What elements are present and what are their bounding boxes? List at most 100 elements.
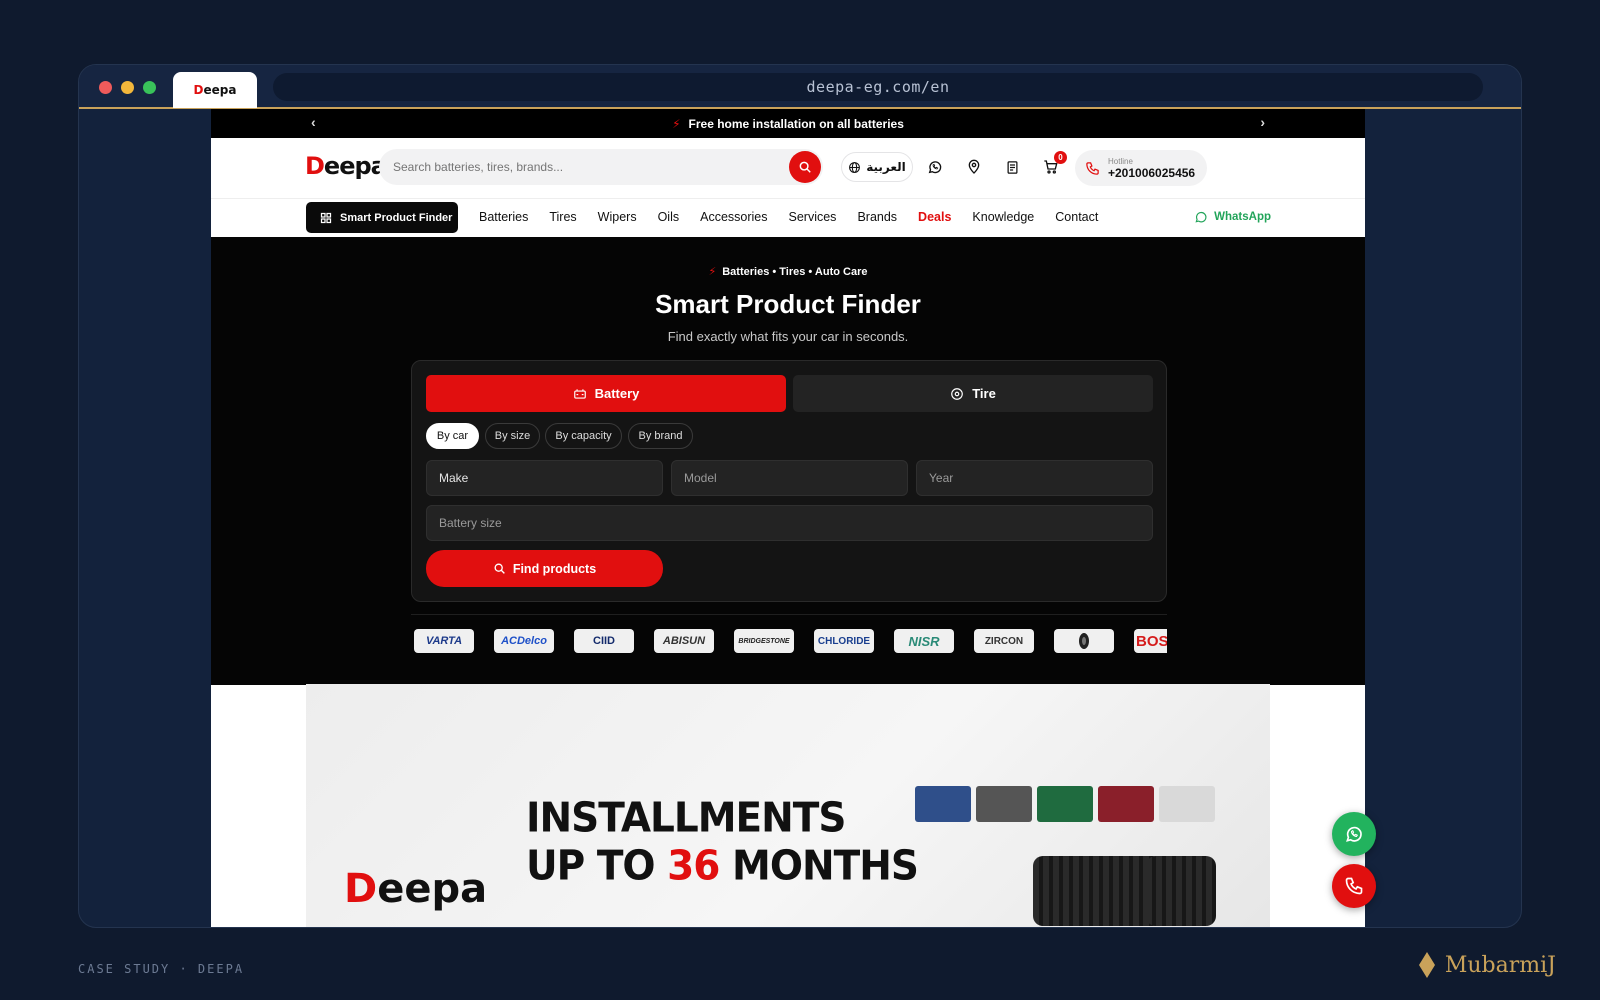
whatsapp-icon [1346,826,1362,842]
tab-battery-label: Battery [594,386,640,401]
nav-link-knowledge[interactable]: Knowledge [972,210,1034,224]
announcement-next-arrow-icon[interactable]: › [1260,114,1265,130]
tire-icon [951,387,964,400]
year-select[interactable]: Year [916,460,1153,496]
site-logo[interactable]: Deepa [305,152,387,180]
site-header: Deepa العربية 0 [211,138,1365,199]
installments-banner[interactable]: INSTALLMENTS UP TO 36 MONTHS Deepa [306,684,1270,927]
hotline-button[interactable]: Hotline +201006025456 [1075,150,1207,186]
close-window-button[interactable] [99,81,112,94]
banner-headline-line2: UP TO 36 MONTHS [526,842,919,891]
logo-rest: eepa [323,152,387,180]
cart-count-badge: 0 [1054,151,1067,164]
store-locator-button[interactable] [964,157,984,177]
smart-product-finder-button[interactable]: Smart Product Finder [306,202,458,233]
banner-logo-rest: eepa [377,866,488,912]
whatsapp-icon [1195,211,1207,223]
hero-eyebrow: ⚡︎ Batteries • Tires • Auto Care [211,265,1365,278]
chip-by-car[interactable]: By car [426,423,479,449]
language-switcher[interactable]: العربية [841,152,913,182]
tab-battery[interactable]: Battery [426,375,786,412]
product-finder-card: Battery Tire By car By size By capacity … [411,360,1167,602]
bolt-icon: ⚡︎ [708,266,717,278]
banner-logo-initial: D [344,866,378,912]
case-study-caption: CASE STUDY · DEEPA [78,962,245,976]
announcement-bar: ‹ ⚡︎ Free home installation on all batte… [211,109,1365,138]
author-signature: MubarmiJ [1418,952,1556,978]
credit-card-image [1098,786,1154,822]
search-input[interactable] [393,160,773,174]
hero-eyebrow-text: Batteries • Tires • Auto Care [722,266,868,278]
credit-card-image [1037,786,1093,822]
cart-button[interactable]: 0 [1041,151,1067,177]
globe-icon [849,161,861,173]
chip-by-size[interactable]: By size [485,423,540,449]
orders-button[interactable] [1002,157,1022,177]
hero-section: ⚡︎ Batteries • Tires • Auto Care Smart Pr… [211,237,1365,685]
phone-icon [1345,877,1363,895]
battery-size-select[interactable]: Battery size [426,505,1153,541]
hotline-label: Hotline [1108,156,1133,166]
credit-card-image [1159,786,1215,822]
brand-logo-bridgestone[interactable]: BRIDGESTONE [734,629,794,653]
brand-logo-abisun[interactable]: ABISUN [654,629,714,653]
nav-links: Batteries Tires Wipers Oils Accessories … [479,210,1098,224]
minimize-window-button[interactable] [121,81,134,94]
browser-window: Deepa deepa-eg.com/en ‹ ⚡︎ Free home ins… [78,64,1522,928]
floating-whatsapp-button[interactable] [1332,812,1376,856]
search-button[interactable] [789,151,821,183]
floating-call-button[interactable] [1332,864,1376,908]
brand-logo-acdelco[interactable]: ACDelco [494,629,554,653]
tab-logo-initial: D [193,83,204,97]
model-select[interactable]: Model [671,460,908,496]
brand-logo-zircon[interactable]: ZIRCON [974,629,1034,653]
tire-image [1146,856,1216,926]
nav-link-contact[interactable]: Contact [1055,210,1098,224]
phone-icon [1086,161,1099,175]
brand-logo-tire[interactable] [1054,629,1114,653]
nav-link-deals[interactable]: Deals [918,210,951,224]
webpage: ‹ ⚡︎ Free home installation on all batte… [211,109,1365,927]
whatsapp-header-button[interactable] [925,157,945,177]
find-products-label: Find products [512,561,597,576]
receipt-icon [1007,160,1017,174]
battery-icon [573,388,586,399]
whatsapp-nav-link[interactable]: WhatsApp [1194,210,1271,224]
make-select[interactable]: Make [426,460,663,496]
browser-titlebar: Deepa deepa-eg.com/en [79,65,1521,109]
brand-logo-nisr[interactable]: NISR [894,629,954,653]
nav-link-wipers[interactable]: Wipers [598,210,637,224]
chip-by-capacity[interactable]: By capacity [545,423,622,449]
tab-tire[interactable]: Tire [793,375,1153,412]
announcement-text: Free home installation on all batteries [688,116,904,131]
brand-logo-ciid[interactable]: CIID [574,629,634,653]
tab-logo-rest: eepa [203,83,237,97]
bolt-icon: ⚡︎ [672,116,681,131]
nav-link-services[interactable]: Services [789,210,837,224]
banner-logo: Deepa [344,866,487,912]
nav-link-oils[interactable]: Oils [658,210,680,224]
hero-subtitle: Find exactly what fits your car in secon… [667,329,909,344]
nav-link-brands[interactable]: Brands [857,210,897,224]
announcement-prev-arrow-icon[interactable]: ‹ [311,114,316,130]
address-bar[interactable]: deepa-eg.com/en [273,73,1483,101]
author-signature-text: MubarmiJ [1444,952,1556,978]
brand-logo-chloride[interactable]: CHLORIDE [814,629,874,653]
credit-card-image [915,786,971,822]
find-products-button[interactable]: Find products [426,550,663,587]
hotline-number: +201006025456 [1108,165,1196,180]
nav-link-accessories[interactable]: Accessories [700,210,767,224]
brand-logo-bosch[interactable]: BOS [1134,629,1167,653]
nav-link-batteries[interactable]: Batteries [479,210,528,224]
hotline-text: Hotline +201006025456 [1108,157,1195,180]
chip-by-brand[interactable]: By brand [628,423,693,449]
banner-headline-line1: INSTALLMENTS [526,794,846,843]
diamond-icon [1418,952,1435,978]
language-label: العربية [866,160,906,174]
banner-months-number: 36 [667,842,720,891]
brand-logo-varta[interactable]: VARTA [414,629,474,653]
browser-tab[interactable]: Deepa [173,72,257,108]
nav-link-tires[interactable]: Tires [549,210,576,224]
maximize-window-button[interactable] [143,81,156,94]
credit-card-image [976,786,1032,822]
